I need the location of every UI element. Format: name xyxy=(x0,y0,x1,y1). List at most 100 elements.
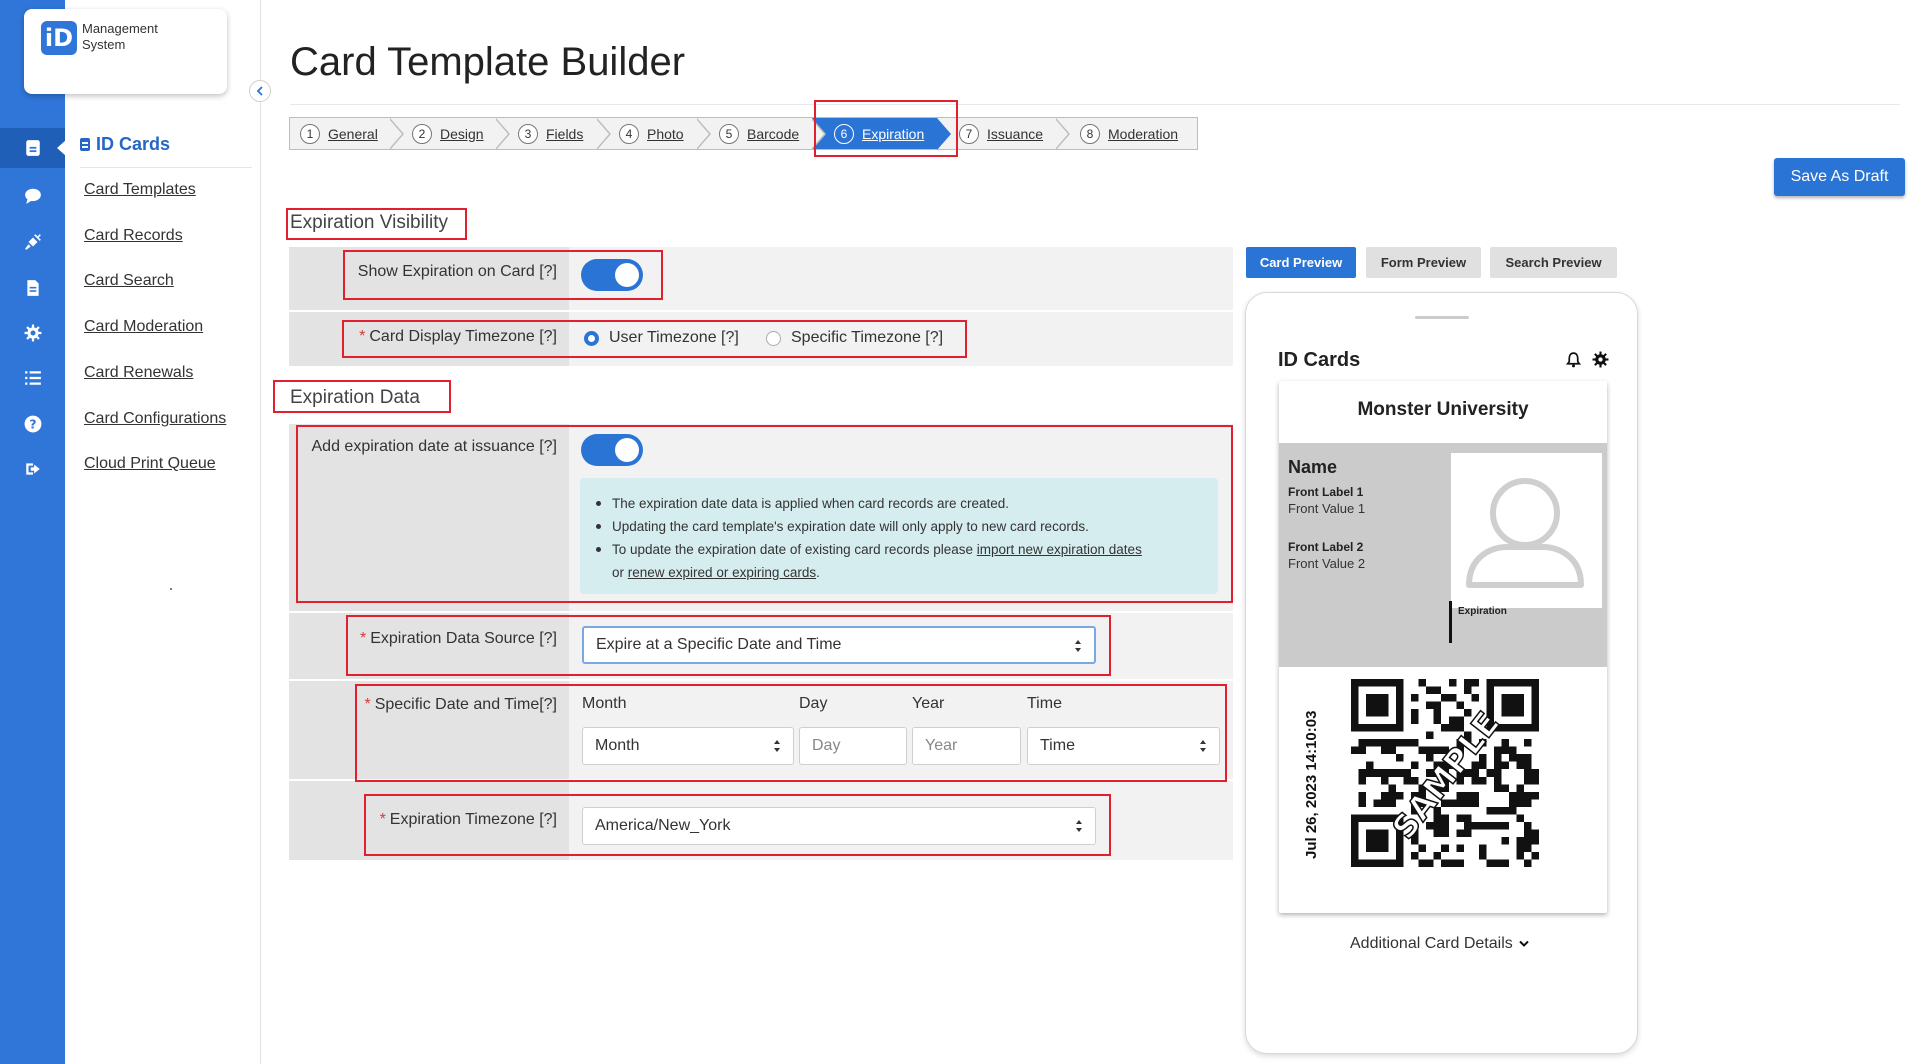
year-input[interactable]: Year xyxy=(912,727,1021,765)
step-chevron xyxy=(389,118,404,150)
step-label: Moderation xyxy=(1108,125,1179,142)
step-label: Issuance xyxy=(987,125,1044,142)
month-select[interactable]: Month xyxy=(582,727,794,765)
renew-cards-link[interactable]: renew expired or expiring cards xyxy=(628,565,816,580)
info-line-4-prefix: or xyxy=(612,565,628,580)
chevron-left-icon xyxy=(256,86,263,96)
card-name: Name xyxy=(1288,457,1338,477)
time-select[interactable]: Time xyxy=(1027,727,1220,765)
gear-icon xyxy=(24,324,41,342)
data-source-label: * Expiration Data Source [?] xyxy=(360,630,557,648)
document-icon xyxy=(26,280,39,296)
required-asterisk: * xyxy=(360,630,367,647)
row-show-expiration: Show Expiration on Card [?] xyxy=(289,247,1233,311)
subnav-link-card-records[interactable]: Card Records xyxy=(84,227,183,245)
step-label: Photo xyxy=(647,125,684,142)
id-card-icon xyxy=(80,138,90,151)
additional-card-details-toggle[interactable]: Additional Card Details xyxy=(1350,935,1529,953)
subnav-link-card-configurations[interactable]: Card Configurations xyxy=(84,410,226,428)
expiration-timezone-label: * Expiration Timezone [?] xyxy=(380,811,557,829)
card-expiration-label: Expiration xyxy=(1458,606,1507,617)
collapse-sidebar-button[interactable] xyxy=(249,80,271,102)
info-line-3-text: To update the expiration date of existin… xyxy=(612,542,977,557)
subnav-link-card-templates[interactable]: Card Templates xyxy=(84,181,196,199)
required-asterisk: * xyxy=(364,696,371,713)
subnav-link-card-moderation[interactable]: Card Moderation xyxy=(84,318,203,336)
step-label: General xyxy=(328,125,378,142)
tab-search-preview[interactable]: Search Preview xyxy=(1490,247,1617,278)
card-university: Monster University xyxy=(1357,399,1529,420)
section-heading-data: Expiration Data xyxy=(290,387,420,408)
import-expiration-dates-link[interactable]: import new expiration dates xyxy=(977,542,1142,557)
column-head-time: Time xyxy=(1027,695,1062,712)
step-chevron xyxy=(495,118,510,150)
additional-card-details-label: Additional Card Details xyxy=(1350,935,1513,952)
subnav-link-cloud-print-queue[interactable]: Cloud Print Queue xyxy=(84,455,216,473)
step-general[interactable]: 1 General xyxy=(290,118,404,150)
step-barcode[interactable]: 5 Barcode xyxy=(697,118,826,150)
show-expiration-toggle[interactable] xyxy=(581,259,643,291)
rail-documents[interactable] xyxy=(0,268,65,308)
year-placeholder: Year xyxy=(925,737,958,754)
logo-line-1: Management xyxy=(82,21,158,36)
app-logo-card[interactable]: iD Management System xyxy=(24,9,227,94)
step-chevron xyxy=(596,118,611,150)
step-label: Barcode xyxy=(747,125,800,142)
rail-integrations[interactable] xyxy=(0,222,65,262)
step-label: Design xyxy=(440,125,484,142)
step-chevron xyxy=(1055,118,1070,150)
step-fields[interactable]: 3 Fields xyxy=(496,118,611,150)
day-input[interactable]: Day xyxy=(799,727,907,765)
info-line-2: Updating the card template's expiration … xyxy=(596,515,1188,538)
step-number: 1 xyxy=(300,123,320,144)
day-placeholder: Day xyxy=(812,737,841,754)
wizard-steps: 1 General 2 Design 3 Fields 4 Photo 5 Barcode… xyxy=(289,117,1198,150)
card-front-value-1: Front Value 1 xyxy=(1288,501,1366,516)
save-as-draft-button[interactable]: Save As Draft xyxy=(1774,158,1905,196)
tab-form-preview[interactable]: Form Preview xyxy=(1366,247,1481,278)
expiration-timezone-select[interactable]: America/New_York xyxy=(582,807,1096,845)
radio-specific-timezone[interactable]: Specific Timezone [?] xyxy=(766,329,943,347)
tab-card-preview[interactable]: Card Preview xyxy=(1246,247,1356,278)
chat-icon xyxy=(24,188,41,204)
subnav-link-card-search[interactable]: Card Search xyxy=(84,272,174,290)
step-expiration[interactable]: 6 Expiration xyxy=(812,118,951,150)
add-expiration-toggle[interactable] xyxy=(581,434,643,466)
data-source-select[interactable]: Expire at a Specific Date and Time xyxy=(582,626,1096,664)
step-moderation[interactable]: 8 Moderation xyxy=(1056,118,1196,149)
required-asterisk: * xyxy=(359,328,366,345)
step-number: 5 xyxy=(719,123,739,144)
rail-messages[interactable] xyxy=(0,176,65,216)
card-date-stamp-text: Jul 26, 2023 14:10:03 xyxy=(1303,710,1320,859)
radio-user-timezone-label: User Timezone [?] xyxy=(609,329,739,346)
logo-mark: iD xyxy=(41,21,77,55)
stray-dot xyxy=(170,588,172,590)
user-placeholder-icon xyxy=(1466,478,1584,588)
rail-help[interactable]: ? xyxy=(0,404,65,444)
rail-settings[interactable] xyxy=(0,313,65,353)
gear-icon[interactable] xyxy=(1592,351,1609,368)
expiration-timezone-label-text: Expiration Timezone [?] xyxy=(389,811,557,828)
chevron-down-icon xyxy=(1519,940,1529,947)
show-expiration-label: Show Expiration on Card [?] xyxy=(357,263,557,280)
subnav-link-card-renewals[interactable]: Card Renewals xyxy=(84,364,193,382)
step-number: 7 xyxy=(959,123,979,144)
rail-logout[interactable] xyxy=(0,449,65,489)
logo-line-2: System xyxy=(82,37,126,52)
card-front-label-2: Front Label 2 xyxy=(1288,540,1364,554)
bell-icon[interactable] xyxy=(1565,351,1582,368)
logo-text: Management System xyxy=(82,21,158,53)
expiration-info-box: The expiration date data is applied when… xyxy=(580,478,1218,594)
rail-id-cards[interactable] xyxy=(0,128,66,168)
plug-icon xyxy=(24,234,41,250)
info-line-1: The expiration date data is applied when… xyxy=(596,492,1188,515)
card-photo xyxy=(1451,453,1602,608)
rail-lists[interactable] xyxy=(0,358,65,398)
step-photo[interactable]: 4 Photo xyxy=(597,118,711,150)
step-issuance[interactable]: 7 Issuance xyxy=(937,118,1070,150)
radio-user-timezone[interactable]: User Timezone [?] xyxy=(584,329,739,347)
title-divider xyxy=(290,104,1900,105)
step-chevron xyxy=(696,118,711,150)
column-head-day: Day xyxy=(799,695,828,712)
step-design[interactable]: 2 Design xyxy=(390,118,510,150)
